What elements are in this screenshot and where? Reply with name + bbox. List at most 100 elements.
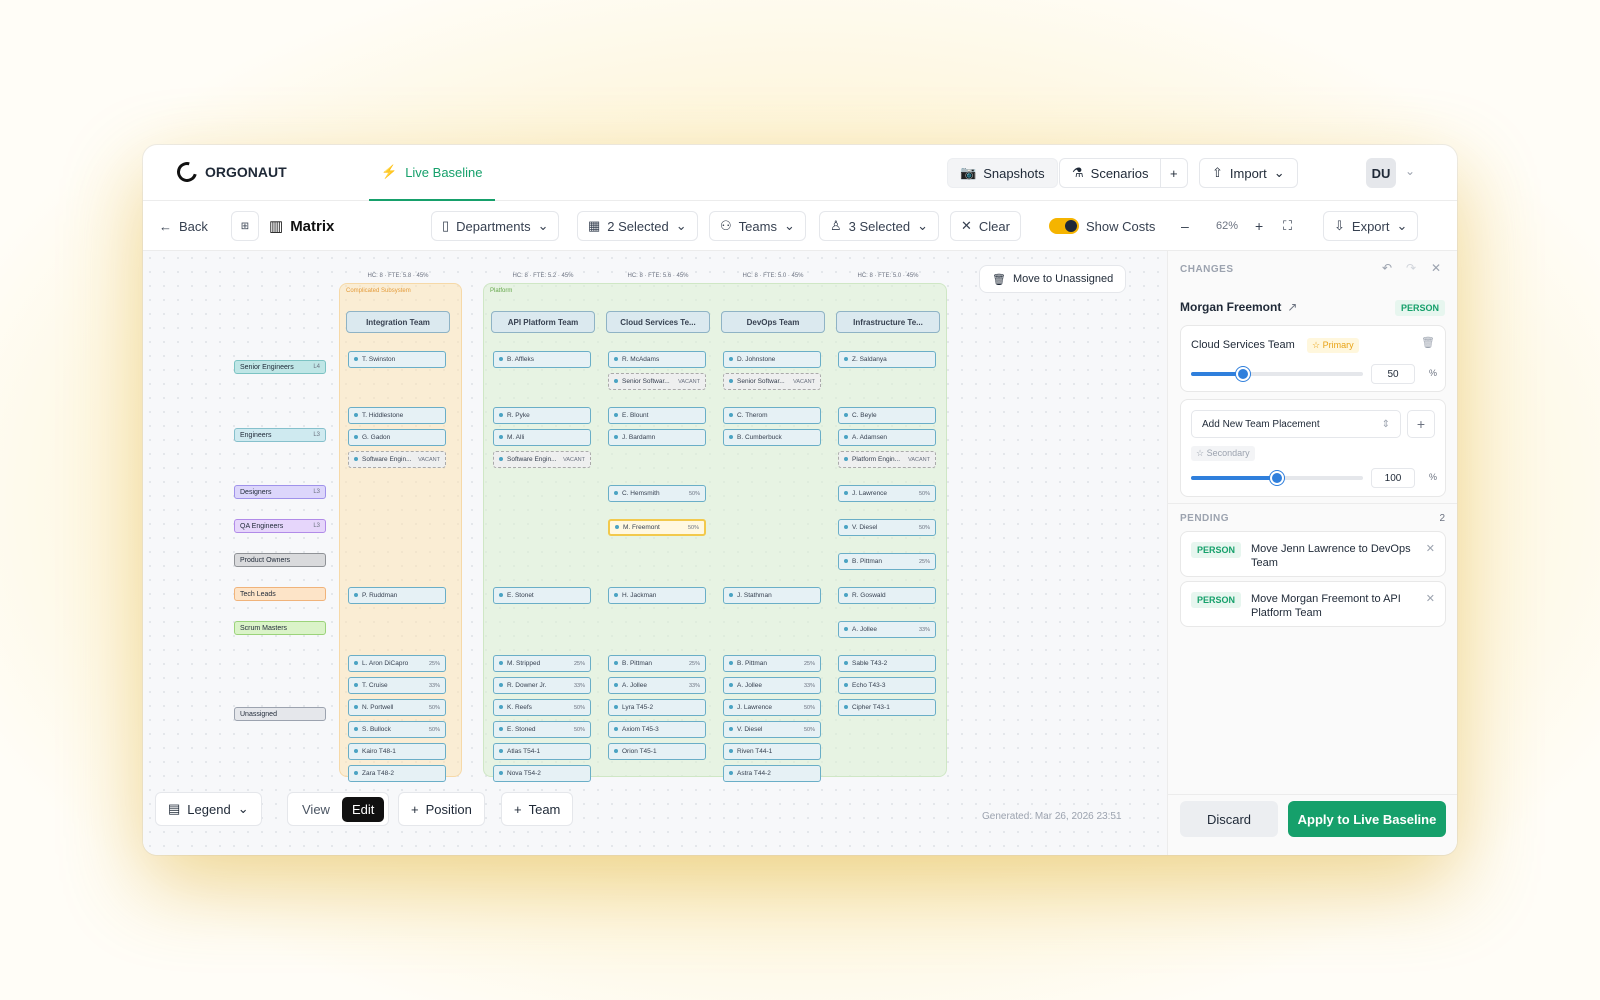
person-card[interactable]: B. Pittman 25% [608, 655, 706, 672]
person-card[interactable]: B. Affleks [493, 351, 591, 368]
teams-selected-dropdown[interactable]: ♙ 3 Selected ⌄ [819, 211, 939, 241]
person-card[interactable]: Axiom T45-3 [608, 721, 706, 738]
secondary-tag[interactable]: ☆ Secondary [1191, 446, 1255, 461]
person-card[interactable]: T. Swinston [348, 351, 446, 368]
close-icon[interactable]: ✕ [1426, 592, 1435, 605]
allocation-slider[interactable] [1191, 367, 1363, 381]
layout-toggle-button[interactable]: ⊞ [231, 211, 259, 241]
person-card[interactable]: J. Lawrence 50% [838, 485, 936, 502]
view-mode-button[interactable]: View [292, 797, 340, 822]
redo-icon[interactable]: ↷ [1406, 261, 1416, 275]
toggle-switch[interactable] [1049, 218, 1079, 234]
person-card[interactable]: J. Lawrence 50% [723, 699, 821, 716]
slider-handle[interactable] [1270, 471, 1284, 485]
add-position-button[interactable]: + Position [398, 792, 485, 826]
add-team-button[interactable]: + Team [501, 792, 574, 826]
person-card[interactable]: J. Bardamn [608, 429, 706, 446]
allocation-input[interactable]: 100 [1371, 468, 1415, 488]
person-card[interactable]: J. Stathman [723, 587, 821, 604]
person-card[interactable]: M. Freemont 50% [608, 519, 706, 536]
import-button[interactable]: ⇧ Import ⌄ [1199, 158, 1298, 188]
role-label[interactable]: Senior Engineers L4 [234, 360, 326, 374]
person-card[interactable]: A. Jollee 33% [608, 677, 706, 694]
person-card[interactable]: Cipher T43-1 [838, 699, 936, 716]
person-card[interactable]: N. Portwell 50% [348, 699, 446, 716]
person-card[interactable]: T. Cruise 33% [348, 677, 446, 694]
team-header[interactable]: Integration Team [346, 311, 450, 333]
person-card[interactable]: R. Goswald [838, 587, 936, 604]
person-card[interactable]: E. Blount [608, 407, 706, 424]
person-card[interactable]: C. Therom [723, 407, 821, 424]
trash-icon[interactable]: 🗑 [1421, 336, 1435, 349]
team-header[interactable]: Infrastructure Te... [836, 311, 940, 333]
zoom-in-button[interactable]: + [1245, 211, 1273, 241]
person-card[interactable]: Sable T43-2 [838, 655, 936, 672]
edit-mode-button[interactable]: Edit [341, 796, 385, 822]
teams-dropdown[interactable]: ⚇ Teams ⌄ [709, 211, 806, 241]
legend-button[interactable]: ▤ Legend ⌄ [155, 792, 262, 826]
departments-selected-dropdown[interactable]: ▦ 2 Selected ⌄ [577, 211, 698, 241]
discard-button[interactable]: Discard [1180, 801, 1278, 837]
app-logo[interactable]: ORGONAUT [173, 158, 287, 186]
avatar[interactable]: DU [1366, 158, 1396, 188]
person-card[interactable]: S. Bullock 50% [348, 721, 446, 738]
matrix-canvas[interactable]: Complicated Subsystem Platform 🗑 Move to … [143, 251, 1167, 855]
role-label[interactable]: QA Engineers L3 [234, 519, 326, 533]
scenarios-button[interactable]: ⚗ Scenarios [1059, 158, 1162, 188]
slider-handle[interactable] [1235, 367, 1250, 381]
person-card[interactable]: Lyra T45-2 [608, 699, 706, 716]
person-card[interactable]: B. Cumberbuck [723, 429, 821, 446]
person-card[interactable]: Atlas T54-1 [493, 743, 591, 760]
add-placement-select[interactable]: Add New Team Placement ⇕ [1191, 410, 1401, 438]
chevron-down-icon[interactable]: ⌄ [1405, 164, 1415, 178]
external-link-icon[interactable]: ↗ [1287, 300, 1297, 314]
person-card[interactable]: E. Stoned 50% [493, 721, 591, 738]
person-card[interactable]: G. Gadon [348, 429, 446, 446]
person-card[interactable]: Riven T44-1 [723, 743, 821, 760]
person-card[interactable]: C. Beyle [838, 407, 936, 424]
role-label[interactable]: Scrum Masters [234, 621, 326, 635]
close-icon[interactable]: ✕ [1426, 542, 1435, 555]
close-icon[interactable]: ✕ [1431, 261, 1441, 275]
departments-dropdown[interactable]: ▯ Departments ⌄ [431, 211, 560, 241]
snapshots-button[interactable]: 📷 Snapshots [947, 158, 1058, 188]
export-button[interactable]: ⇩ Export ⌄ [1323, 211, 1419, 241]
person-card[interactable]: A. Jollee 33% [723, 677, 821, 694]
team-header[interactable]: Cloud Services Te... [606, 311, 710, 333]
allocation-input[interactable]: 50 [1371, 364, 1415, 384]
vacant-position-card[interactable]: Software Engin... VACANT [493, 451, 591, 468]
role-label[interactable]: Product Owners [234, 553, 326, 567]
pending-item[interactable]: PERSON Move Morgan Freemont to API Platfo… [1180, 581, 1446, 627]
vacant-position-card[interactable]: Senior Softwar... VACANT [608, 373, 706, 390]
person-card[interactable]: C. Hemsmith 50% [608, 485, 706, 502]
person-card[interactable]: R. Downer Jr. 33% [493, 677, 591, 694]
person-card[interactable]: Nova T54-2 [493, 765, 591, 782]
person-card[interactable]: Kairo T48-1 [348, 743, 446, 760]
pending-item[interactable]: PERSON Move Jenn Lawrence to DevOps Team ✕ [1180, 531, 1446, 577]
person-card[interactable]: M. Stripped 25% [493, 655, 591, 672]
apply-button[interactable]: Apply to Live Baseline [1288, 801, 1446, 837]
person-card[interactable]: Z. Saldanya [838, 351, 936, 368]
role-label[interactable]: Engineers L3 [234, 428, 326, 442]
person-card[interactable]: T. Hiddlestone [348, 407, 446, 424]
person-card[interactable]: V. Diesel 50% [723, 721, 821, 738]
team-header[interactable]: DevOps Team [721, 311, 825, 333]
person-card[interactable]: K. Reefs 50% [493, 699, 591, 716]
clear-button[interactable]: ✕ Clear [950, 211, 1021, 241]
vacant-position-card[interactable]: Senior Softwar... VACANT [723, 373, 821, 390]
allocation-slider[interactable] [1191, 471, 1363, 485]
person-card[interactable]: R. McAdams [608, 351, 706, 368]
person-card[interactable]: Zara T48-2 [348, 765, 446, 782]
tab-live-baseline[interactable]: ⚡ Live Baseline [369, 145, 495, 201]
role-label[interactable]: Tech Leads [234, 587, 326, 601]
role-label[interactable]: Designers L3 [234, 485, 326, 499]
person-card[interactable]: B. Pittman 25% [723, 655, 821, 672]
vacant-position-card[interactable]: Platform Engin... VACANT [838, 451, 936, 468]
person-card[interactable]: L. Aron DiCapro 25% [348, 655, 446, 672]
move-to-unassigned-button[interactable]: 🗑 Move to Unassigned [979, 265, 1127, 293]
role-label[interactable]: Unassigned [234, 707, 326, 721]
person-card[interactable]: Echo T43-3 [838, 677, 936, 694]
person-card[interactable]: H. Jackman [608, 587, 706, 604]
person-card[interactable]: R. Pyke [493, 407, 591, 424]
vacant-position-card[interactable]: Software Engin... VACANT [348, 451, 446, 468]
